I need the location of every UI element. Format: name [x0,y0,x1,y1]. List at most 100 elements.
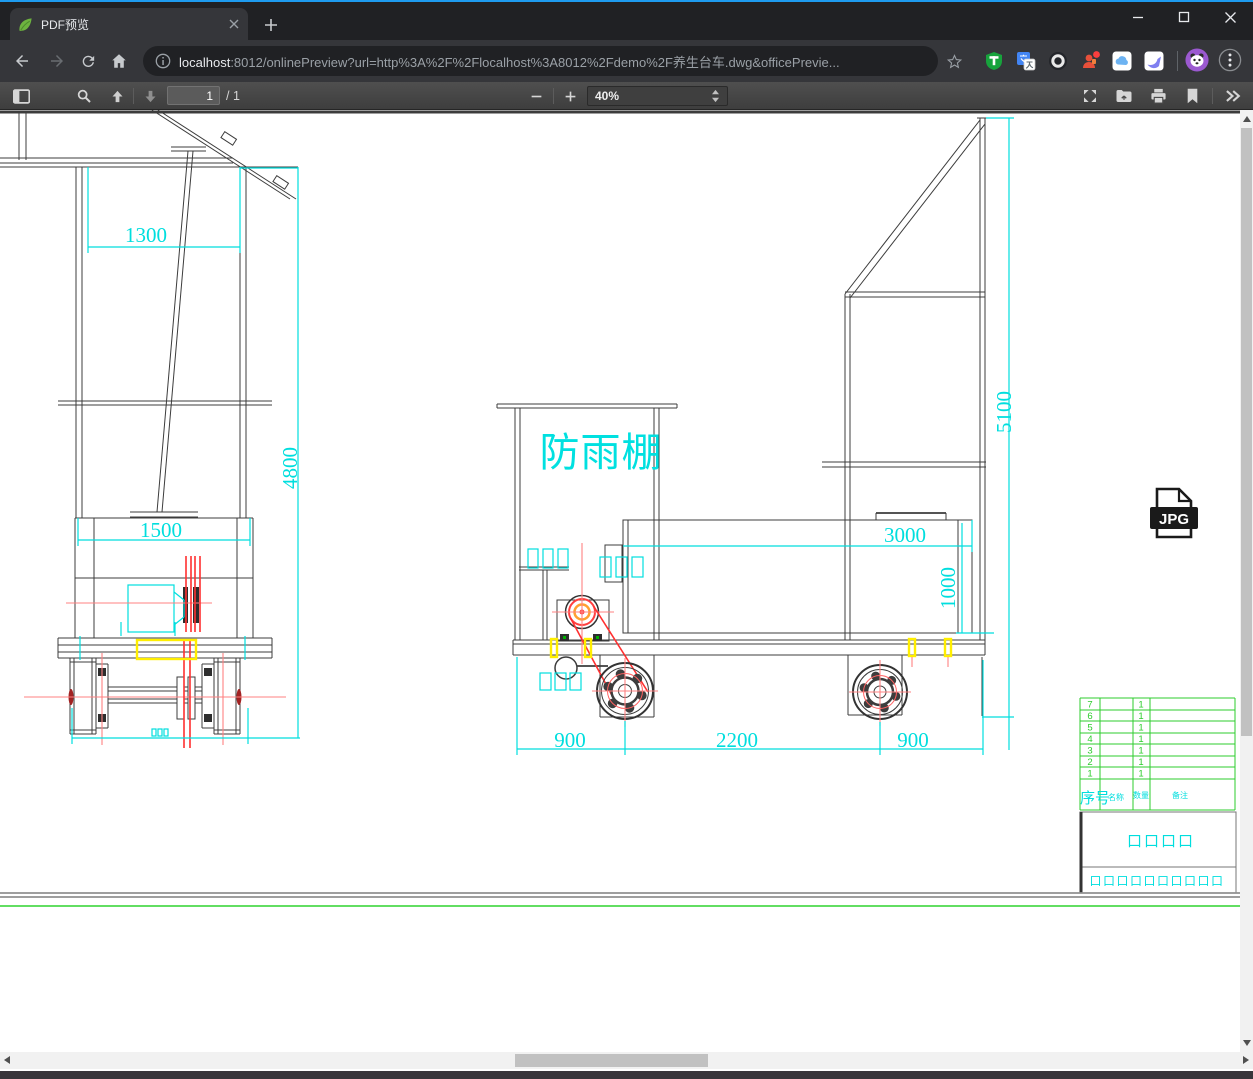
find-button[interactable] [72,84,96,108]
browser-tab[interactable]: PDF预览 [10,8,248,40]
horizontal-scrollbar[interactable] [0,1052,1253,1069]
zoom-in-button[interactable] [558,84,582,108]
bookmark-star-button[interactable] [940,47,968,75]
forward-button[interactable] [43,47,71,75]
dim-1500: 1500 [140,518,182,542]
vertical-scrollbar[interactable] [1240,110,1253,1052]
side-view-clamp-ticks [911,657,949,667]
toolbar-separator [133,88,134,104]
more-tools-button[interactable] [1220,84,1244,108]
reload-icon [82,55,94,67]
ext-cloud-icon[interactable] [1110,49,1134,73]
open-file-icon [1116,90,1132,102]
back-button[interactable] [8,47,36,75]
row-no: 7 [1087,700,1092,711]
window-bottom-edge [0,1071,1253,1079]
page-up-icon [112,90,122,102]
rain-shed-label: 防雨棚 [540,431,663,475]
horizontal-scrollbar-thumb[interactable] [515,1054,708,1067]
reload-button[interactable] [74,47,102,75]
back-icon [16,55,28,67]
star-icon [946,53,962,68]
sidebar-toggle-button[interactable] [9,84,33,108]
close-button[interactable] [1207,2,1253,32]
row-qty: 1 [1138,769,1143,780]
new-tab-button[interactable] [258,12,284,38]
maximize-button[interactable] [1161,2,1207,32]
search-icon [77,89,91,103]
ext-shield-icon[interactable] [982,49,1006,73]
zoom-value: 40% [595,89,620,103]
row-no: 3 [1087,746,1092,757]
row-qty: 1 [1138,711,1143,722]
browser-toolbar: localhost:8012/onlinePreview?url=http%3A… [0,40,1253,82]
bookmark-icon [1187,88,1197,104]
dim-2200: 2200 [716,728,758,752]
ext-bird-icon[interactable] [1142,49,1166,73]
url-path: :8012/onlinePreview?url=http%3A%2F%2Floc… [230,54,840,70]
jpg-badge-label: JPG [1159,511,1189,528]
browser-menu-button[interactable] [1218,48,1242,72]
row-qty: 1 [1138,734,1143,745]
ext-person-icon[interactable] [1078,49,1102,73]
title-block-table: 7 1 6 1 5 1 4 1 3 1 2 1 1 1 序号 名称 数量 备注 … [1079,697,1237,894]
minimize-button[interactable] [1115,2,1161,32]
title-block-footer: 口口口口口口口口口口 [1089,874,1224,888]
print-button[interactable] [1146,84,1170,108]
header-name: 名称 [1108,792,1124,802]
vertical-scrollbar-thumb[interactable] [1241,128,1252,736]
page-number-input[interactable] [167,86,220,105]
double-chevron-icon [1225,90,1240,102]
dim-1300: 1300 [125,223,167,247]
zoom-out-button[interactable] [524,84,548,108]
dim-4800: 4800 [278,447,302,489]
scroll-up-arrow-icon[interactable] [1243,116,1251,122]
scroll-down-arrow-icon[interactable] [1243,1040,1251,1046]
next-page-button[interactable] [138,84,162,108]
tab-close-icon[interactable] [228,18,240,30]
url-text: localhost:8012/onlinePreview?url=http%3A… [179,52,840,71]
profile-avatar[interactable] [1185,48,1209,72]
home-button[interactable] [105,47,133,75]
jpg-file-icon: JPG [1150,487,1198,539]
ext-translate-icon[interactable] [1014,49,1038,73]
toolbar-separator [1212,88,1213,104]
pdf-viewer-toolbar: / 1 40% [0,82,1253,110]
presentation-mode-button[interactable] [1078,84,1102,108]
toolbar-separator [553,88,554,104]
print-icon [1150,88,1166,104]
row-qty: 1 [1138,700,1143,711]
forward-icon [51,55,63,67]
spring-leaf-favicon [19,17,32,31]
window-focus-line [0,0,1253,2]
row-no: 5 [1087,723,1092,734]
page-down-icon [145,90,155,102]
pdf-page: 1300 4800 1500 防雨棚 3000 1000 5100 900 22… [0,110,1240,1052]
cad-drawing: 1300 4800 1500 防雨棚 3000 1000 5100 900 22… [0,110,1240,907]
extensions-separator [1177,51,1178,71]
address-bar[interactable]: localhost:8012/onlinePreview?url=http%3A… [143,46,938,76]
page-info-icon[interactable] [155,53,171,69]
left-view-yellow-clamp [135,638,198,661]
presentation-mode-icon [1084,90,1096,102]
row-no: 4 [1087,734,1092,745]
row-qty: 1 [1138,723,1143,734]
sidebar-toggle-icon [12,88,30,104]
current-view-button[interactable] [1180,84,1204,108]
open-file-button[interactable] [1112,84,1136,108]
dim-5100: 5100 [992,391,1016,433]
header-no: 序号 [1080,790,1110,807]
scroll-right-arrow-icon[interactable] [1243,1056,1249,1064]
zoom-select[interactable]: 40% [587,86,728,106]
ext-ring-icon[interactable] [1046,49,1070,73]
left-view-structure [0,110,298,748]
dim-900-left: 900 [554,728,586,752]
url-host: localhost [179,54,231,70]
side-view-pulley [560,594,602,641]
left-view-dimensions: 1300 4800 1500 [71,167,302,744]
zoom-in-icon [565,91,575,101]
dim-900-right: 900 [897,728,929,752]
scroll-left-arrow-icon[interactable] [4,1056,10,1064]
previous-page-button[interactable] [105,84,129,108]
home-icon [112,54,126,68]
